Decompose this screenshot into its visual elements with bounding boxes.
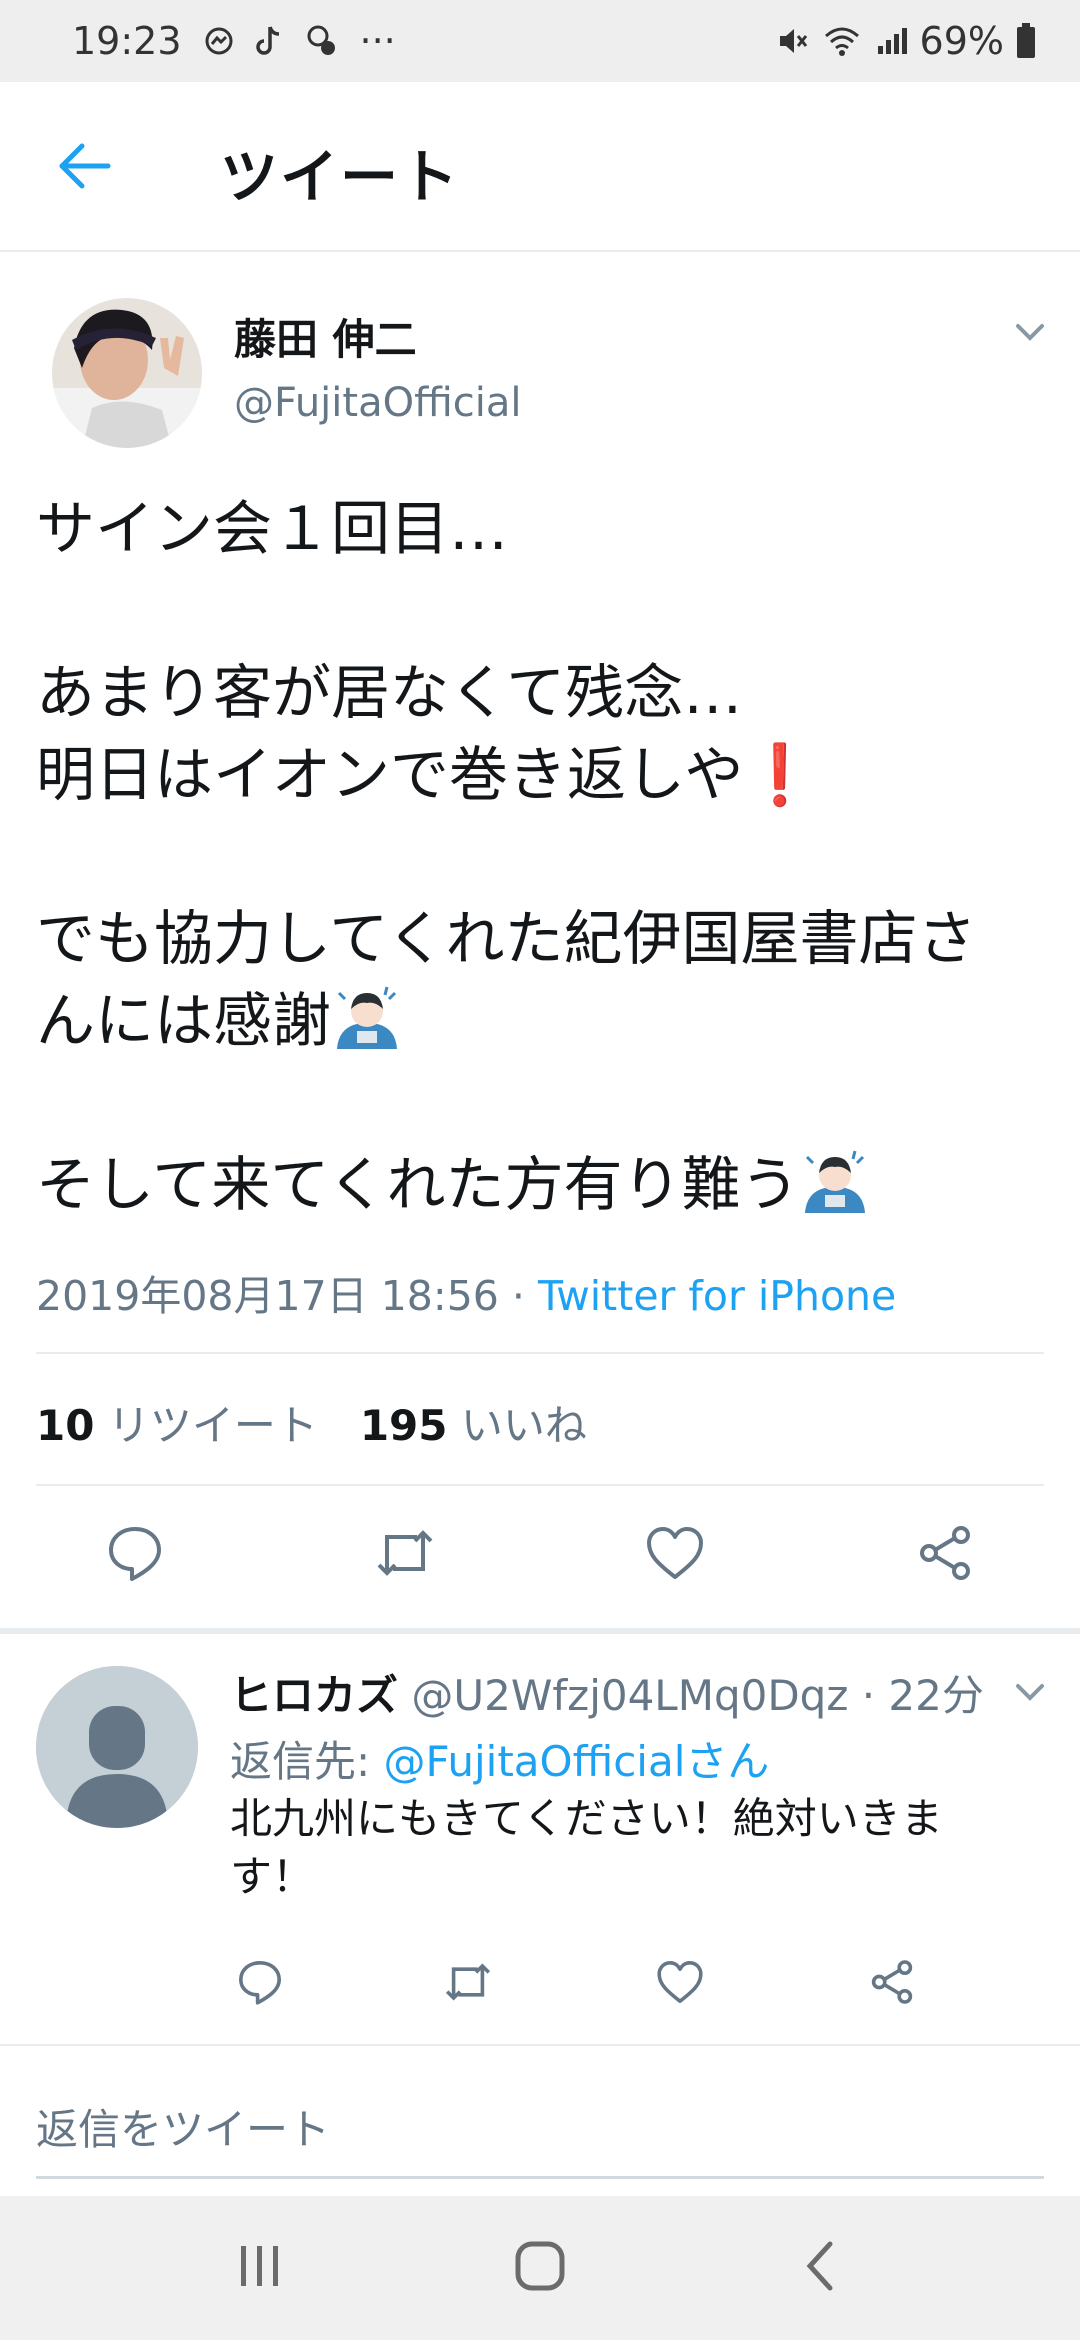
tweet-text: サイン会１回目… あまり客が居なくて残念… 明日はイオンで巻き返しや❗ でも協力… <box>36 488 1056 1226</box>
like-stat[interactable]: 195 いいね <box>360 1392 587 1453</box>
default-avatar-icon <box>36 1666 198 1828</box>
retweet-stat[interactable]: 10 リツイート <box>36 1392 318 1453</box>
reply-to-line: 返信先: @FujitaOfficialさん <box>230 1728 769 1789</box>
reply-button[interactable] <box>100 1520 170 1590</box>
tweet-line: でも協力してくれた紀伊国屋書店さ <box>36 904 977 973</box>
reply-header: ヒロカズ @U2Wfzj04LMq0Dqz · 22分 <box>230 1662 984 1723</box>
heart-icon <box>656 1959 704 2009</box>
chevron-down-icon <box>1010 324 1050 356</box>
battery-percent: 69% <box>919 19 1004 63</box>
home-button[interactable] <box>500 2228 580 2308</box>
system-nav-bar <box>0 2196 1080 2340</box>
tweet-line: 明日はイオンで巻き返しや <box>36 740 744 809</box>
signal-icon <box>874 24 908 58</box>
author-name[interactable]: 藤田 伸二 <box>234 306 417 367</box>
like-button[interactable] <box>640 1520 710 1590</box>
author-handle[interactable]: @FujitaOfficial <box>234 380 521 426</box>
like-label: いいね <box>460 1401 587 1450</box>
vpn-icon <box>304 24 338 58</box>
divider <box>36 1352 1044 1354</box>
reply-menu-button[interactable] <box>1010 1672 1050 1712</box>
divider <box>36 1484 1044 1486</box>
tweet-source-link[interactable]: Twitter for iPhone <box>538 1272 896 1320</box>
page-header: ツイート <box>0 82 1080 252</box>
tweet-line: あまり客が居なくて残念… <box>36 658 743 727</box>
status-time: 19:23 <box>72 19 182 63</box>
tweet-timestamp: 2019年08月17日 18:56 · <box>36 1272 538 1320</box>
system-back-button[interactable] <box>780 2228 860 2308</box>
bowing-man-emoji-icon <box>331 983 403 1049</box>
divider <box>0 2044 1080 2046</box>
reply-author-name[interactable]: ヒロカズ <box>230 1671 398 1720</box>
reply-like-button[interactable] <box>652 1956 708 2012</box>
tweet-action-bar <box>0 1520 1080 1600</box>
battery-icon <box>1016 23 1036 59</box>
tweet-stats: 10 リツイート 195 いいね <box>36 1392 587 1453</box>
back-arrow-icon <box>56 142 112 194</box>
reply-action-bar <box>0 1956 1080 2016</box>
compose-underline <box>36 2176 1044 2179</box>
mute-icon <box>776 24 810 58</box>
status-bar: 19:23 ··· 69% <box>0 0 1080 82</box>
reply-to-mention[interactable]: @FujitaOfficialさん <box>384 1737 770 1786</box>
reply-icon <box>236 1958 284 2010</box>
heart-icon <box>645 1525 705 1585</box>
recent-apps-icon <box>235 2242 285 2294</box>
thread-separator <box>0 1628 1080 1634</box>
retweet-icon <box>442 1958 494 2010</box>
reply-share-button[interactable] <box>864 1956 920 2012</box>
share-icon <box>868 1958 916 2010</box>
reply-to-label: 返信先: <box>230 1737 384 1786</box>
author-avatar[interactable] <box>52 298 202 448</box>
tweet-line: んには感謝 <box>36 986 332 1055</box>
retweet-icon <box>373 1523 437 1587</box>
tweet-meta: 2019年08月17日 18:56 · Twitter for iPhone <box>36 1262 896 1322</box>
share-icon <box>915 1523 975 1587</box>
status-overflow: ··· <box>359 19 396 63</box>
retweet-button[interactable] <box>370 1520 440 1590</box>
tweet-line: サイン会１回目… <box>36 494 509 563</box>
retweet-count: 10 <box>36 1401 95 1450</box>
reply-avatar[interactable] <box>36 1666 198 1828</box>
reply-text: 北九州にもきてください！絶対いきます！ <box>230 1794 943 1901</box>
tweet-menu-button[interactable] <box>1010 312 1050 352</box>
chevron-down-icon <box>1010 1684 1050 1716</box>
home-icon <box>512 2238 568 2298</box>
chevron-left-icon <box>800 2238 840 2298</box>
tiktok-icon <box>255 25 282 57</box>
reply-icon <box>105 1523 165 1587</box>
bowing-man-emoji-icon <box>799 1147 871 1213</box>
recent-apps-button[interactable] <box>220 2228 300 2308</box>
page-title: ツイート <box>220 143 461 211</box>
tweet-line: そして来てくれた方有り難う <box>36 1150 800 1219</box>
messenger-icon <box>204 26 234 56</box>
exclamation-emoji: ❗ <box>743 740 817 809</box>
back-button[interactable] <box>50 134 118 202</box>
retweet-label: リツイート <box>107 1401 318 1450</box>
like-count: 195 <box>359 1401 448 1450</box>
wifi-icon <box>822 24 862 58</box>
share-button[interactable] <box>910 1520 980 1590</box>
reply-compose-input[interactable]: 返信をツイート <box>36 2096 330 2157</box>
reply-author-handle[interactable]: @U2Wfzj04LMq0Dqz · 22分 <box>398 1671 984 1720</box>
reply-reply-button[interactable] <box>232 1956 288 2012</box>
reply-retweet-button[interactable] <box>440 1956 496 2012</box>
